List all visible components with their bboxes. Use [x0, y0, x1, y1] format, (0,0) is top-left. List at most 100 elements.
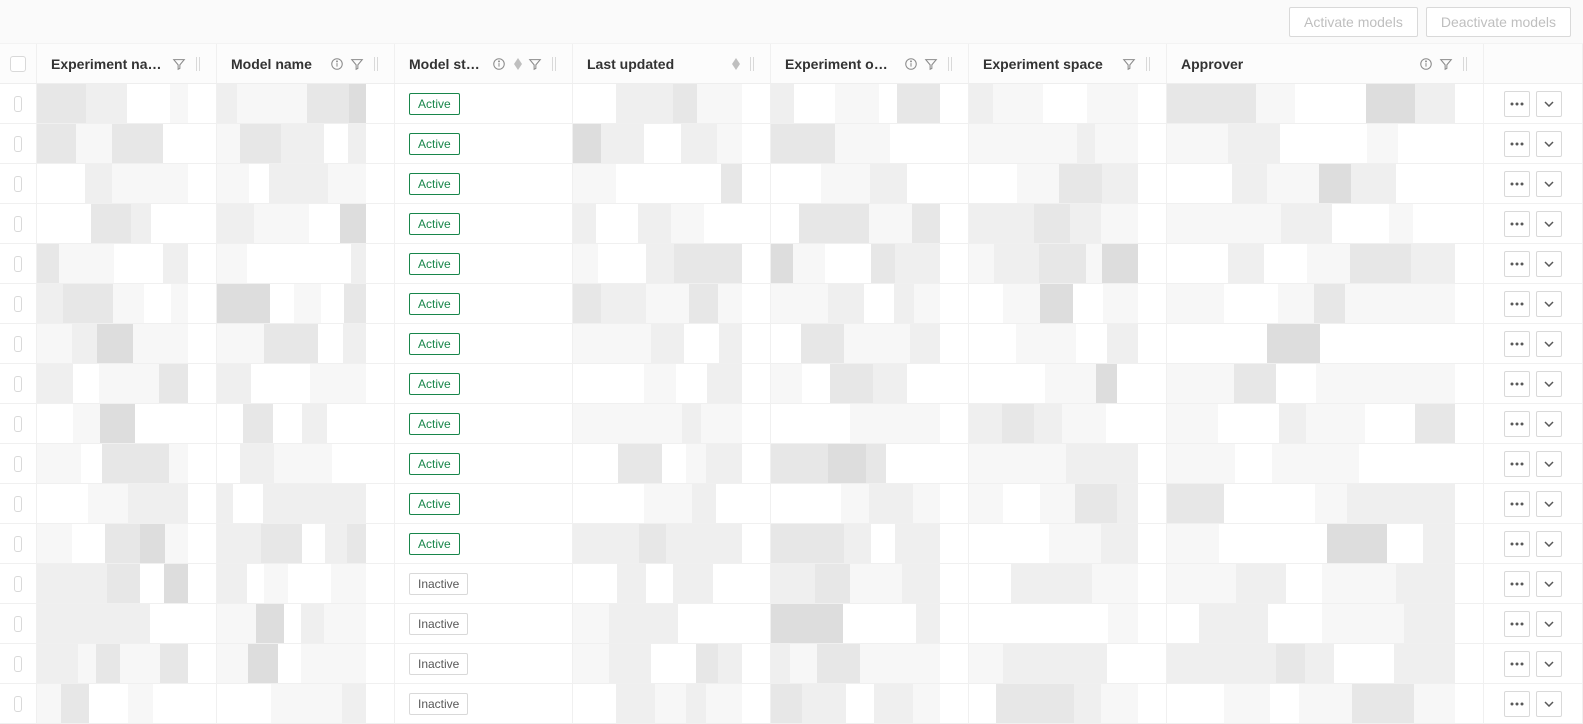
- row-checkbox[interactable]: [14, 376, 22, 392]
- row-checkbox[interactable]: [14, 296, 22, 312]
- filter-icon[interactable]: [172, 57, 186, 71]
- expand-row-button[interactable]: [1536, 291, 1562, 317]
- info-icon[interactable]: [492, 57, 506, 71]
- expand-row-button[interactable]: [1536, 171, 1562, 197]
- cell-experiment-space: [969, 684, 1167, 723]
- more-actions-button[interactable]: [1504, 491, 1530, 517]
- expand-row-button[interactable]: [1536, 611, 1562, 637]
- more-actions-button[interactable]: [1504, 91, 1530, 117]
- filter-icon[interactable]: [1439, 57, 1453, 71]
- expand-row-button[interactable]: [1536, 411, 1562, 437]
- cell-approver: [1167, 484, 1484, 523]
- header-model-status[interactable]: Model status: [395, 44, 573, 83]
- more-actions-button[interactable]: [1504, 251, 1530, 277]
- column-resize-handle[interactable]: [946, 57, 954, 71]
- column-resize-handle[interactable]: [1144, 57, 1152, 71]
- row-checkbox[interactable]: [14, 96, 22, 112]
- column-resize-handle[interactable]: [550, 57, 558, 71]
- row-checkbox[interactable]: [14, 136, 22, 152]
- header-experiment-space[interactable]: Experiment space: [969, 44, 1167, 83]
- cell-actions: [1484, 684, 1583, 723]
- header-last-updated[interactable]: Last updated: [573, 44, 771, 83]
- row-checkbox[interactable]: [14, 456, 22, 472]
- more-actions-button[interactable]: [1504, 171, 1530, 197]
- expand-row-button[interactable]: [1536, 571, 1562, 597]
- more-actions-button[interactable]: [1504, 411, 1530, 437]
- more-actions-button[interactable]: [1504, 291, 1530, 317]
- more-actions-button[interactable]: [1504, 451, 1530, 477]
- filter-icon[interactable]: [924, 57, 938, 71]
- row-checkbox[interactable]: [14, 696, 22, 712]
- row-checkbox[interactable]: [14, 656, 22, 672]
- redacted-placeholder: [771, 644, 940, 683]
- filter-icon[interactable]: [528, 57, 542, 71]
- row-checkbox[interactable]: [14, 176, 22, 192]
- expand-row-button[interactable]: [1536, 331, 1562, 357]
- cell-experiment-name: [37, 84, 217, 123]
- column-resize-handle[interactable]: [748, 57, 756, 71]
- sort-icon[interactable]: [732, 58, 740, 70]
- cell-approver: [1167, 604, 1484, 643]
- row-checkbox-cell: [0, 444, 37, 483]
- cell-last-updated: [573, 564, 771, 603]
- status-badge: Inactive: [409, 613, 468, 635]
- row-checkbox[interactable]: [14, 336, 22, 352]
- header-model-name[interactable]: Model name: [217, 44, 395, 83]
- cell-model-name: [217, 124, 395, 163]
- cell-experiment-space: [969, 324, 1167, 363]
- deactivate-models-button[interactable]: Deactivate models: [1426, 7, 1571, 37]
- row-checkbox[interactable]: [14, 416, 22, 432]
- more-actions-button[interactable]: [1504, 651, 1530, 677]
- row-checkbox[interactable]: [14, 216, 22, 232]
- more-actions-button[interactable]: [1504, 691, 1530, 717]
- filter-icon[interactable]: [350, 57, 364, 71]
- select-all-checkbox[interactable]: [10, 56, 26, 72]
- more-icon: [1510, 302, 1524, 306]
- cell-actions: [1484, 444, 1583, 483]
- redacted-placeholder: [771, 164, 940, 203]
- row-checkbox[interactable]: [14, 536, 22, 552]
- more-actions-button[interactable]: [1504, 371, 1530, 397]
- cell-experiment-name: [37, 684, 217, 723]
- sort-icon[interactable]: [514, 58, 522, 70]
- redacted-placeholder: [1167, 164, 1455, 203]
- expand-row-button[interactable]: [1536, 91, 1562, 117]
- info-icon[interactable]: [330, 57, 344, 71]
- header-approver[interactable]: Approver: [1167, 44, 1484, 83]
- more-actions-button[interactable]: [1504, 331, 1530, 357]
- info-icon[interactable]: [1419, 57, 1433, 71]
- more-actions-button[interactable]: [1504, 531, 1530, 557]
- row-checkbox[interactable]: [14, 576, 22, 592]
- row-checkbox[interactable]: [14, 616, 22, 632]
- more-actions-button[interactable]: [1504, 611, 1530, 637]
- info-icon[interactable]: [904, 57, 918, 71]
- header-experiment-name[interactable]: Experiment name: [37, 44, 217, 83]
- column-resize-handle[interactable]: [1461, 57, 1469, 71]
- more-actions-button[interactable]: [1504, 571, 1530, 597]
- redacted-placeholder: [573, 244, 742, 283]
- cell-last-updated: [573, 364, 771, 403]
- expand-row-button[interactable]: [1536, 651, 1562, 677]
- expand-row-button[interactable]: [1536, 451, 1562, 477]
- row-checkbox[interactable]: [14, 256, 22, 272]
- redacted-placeholder: [573, 204, 742, 243]
- filter-icon[interactable]: [1122, 57, 1136, 71]
- expand-row-button[interactable]: [1536, 371, 1562, 397]
- redacted-placeholder: [1167, 644, 1455, 683]
- expand-row-button[interactable]: [1536, 131, 1562, 157]
- expand-row-button[interactable]: [1536, 251, 1562, 277]
- expand-row-button[interactable]: [1536, 531, 1562, 557]
- more-actions-button[interactable]: [1504, 211, 1530, 237]
- row-checkbox[interactable]: [14, 496, 22, 512]
- cell-experiment-space: [969, 644, 1167, 683]
- cell-experiment-space: [969, 484, 1167, 523]
- more-actions-button[interactable]: [1504, 131, 1530, 157]
- activate-models-button[interactable]: Activate models: [1289, 7, 1418, 37]
- expand-row-button[interactable]: [1536, 491, 1562, 517]
- expand-row-button[interactable]: [1536, 211, 1562, 237]
- header-experiment-owner[interactable]: Experiment owner: [771, 44, 969, 83]
- expand-row-button[interactable]: [1536, 691, 1562, 717]
- column-resize-handle[interactable]: [194, 57, 202, 71]
- column-resize-handle[interactable]: [372, 57, 380, 71]
- cell-actions: [1484, 404, 1583, 443]
